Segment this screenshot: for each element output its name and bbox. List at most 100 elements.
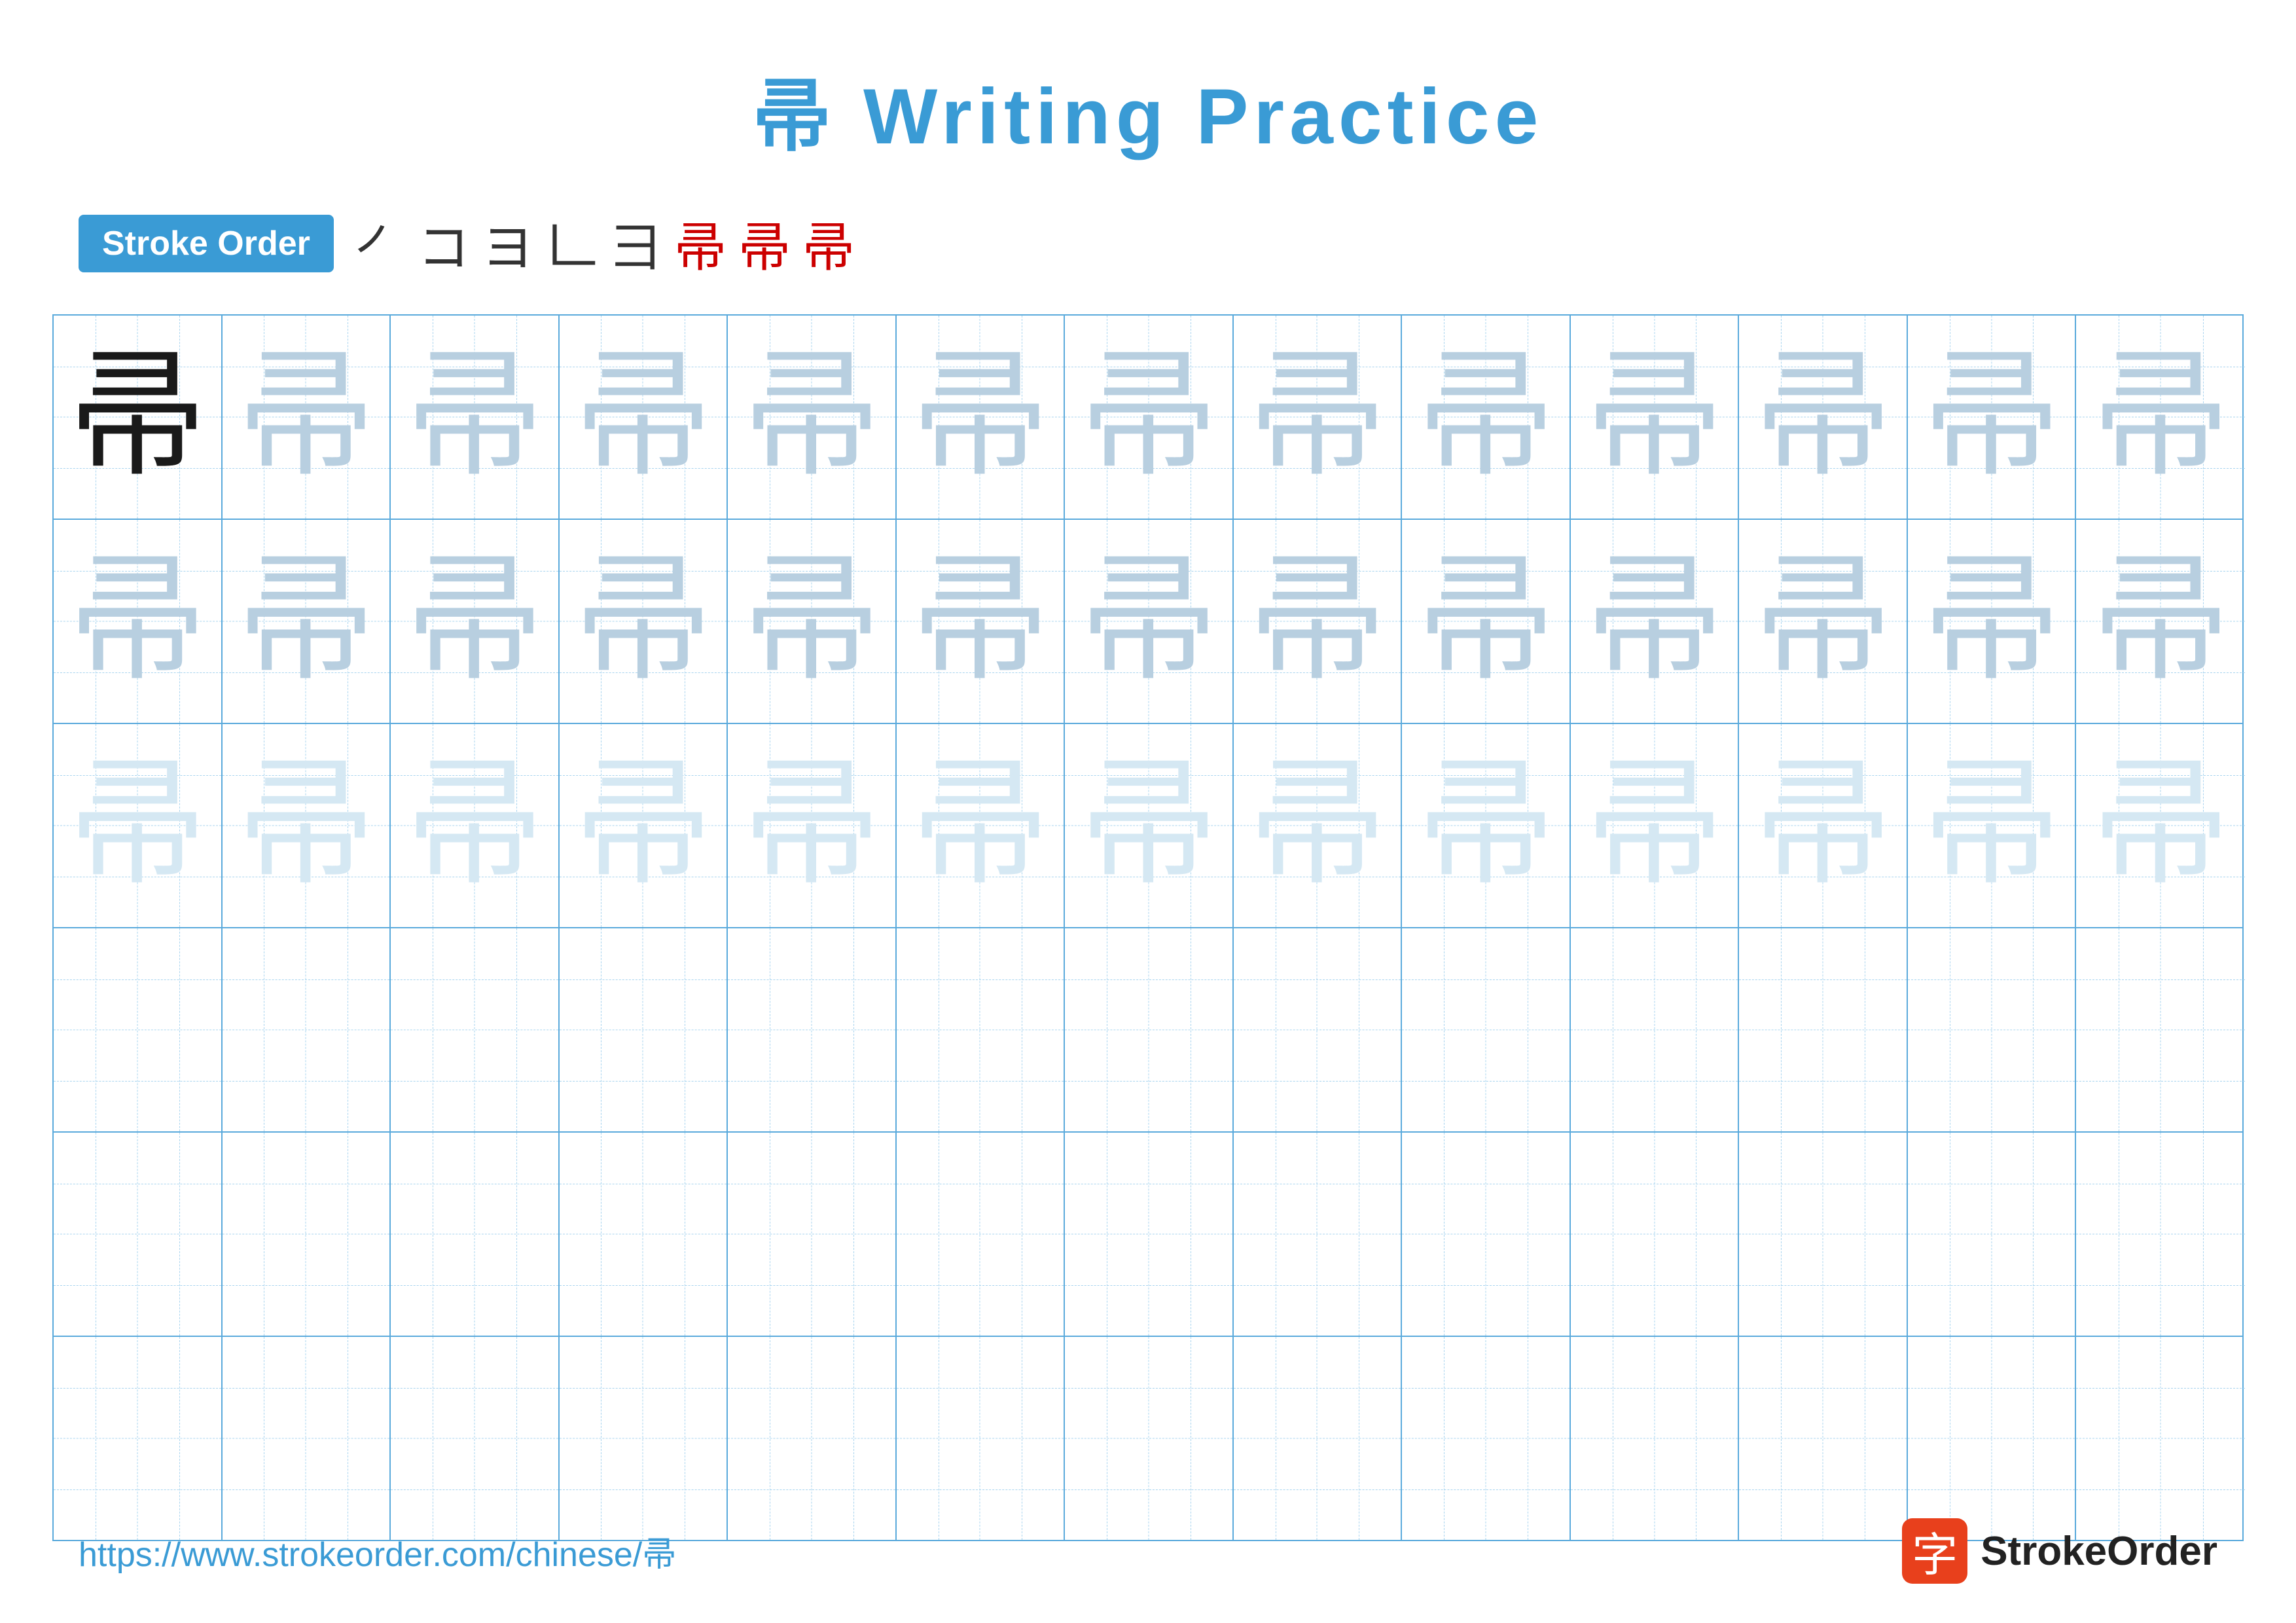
grid-cell[interactable]: [1234, 928, 1403, 1131]
grid-cell[interactable]: 帚: [54, 316, 223, 519]
grid-cell[interactable]: 帚: [1739, 724, 1908, 927]
grid-cell[interactable]: 帚: [560, 724, 728, 927]
footer-url[interactable]: https://www.strokeorder.com/chinese/帚: [79, 1527, 676, 1576]
grid-cell[interactable]: 帚: [1908, 724, 2077, 927]
grid-cell[interactable]: [2076, 1133, 2245, 1336]
grid-cell[interactable]: [560, 1337, 728, 1540]
grid-cell[interactable]: 帚: [1571, 316, 1740, 519]
grid-cell[interactable]: 帚: [2076, 520, 2245, 723]
grid-cell[interactable]: 帚: [728, 724, 897, 927]
practice-grid: 帚 帚 帚 帚 帚 帚 帚: [52, 314, 2244, 1541]
grid-cell[interactable]: [1402, 928, 1571, 1131]
grid-cell[interactable]: 帚: [1234, 316, 1403, 519]
grid-cell[interactable]: 帚: [391, 316, 560, 519]
grid-cell[interactable]: [223, 1337, 391, 1540]
grid-cell[interactable]: 帚: [391, 724, 560, 927]
grid-cell[interactable]: 帚: [1065, 520, 1234, 723]
grid-cell[interactable]: [391, 1337, 560, 1540]
grid-cell[interactable]: [54, 1133, 223, 1336]
grid-cell[interactable]: 帚: [560, 520, 728, 723]
stroke-1: ㇒: [353, 206, 406, 282]
grid-cell[interactable]: [391, 1133, 560, 1336]
grid-cell[interactable]: [560, 928, 728, 1131]
grid-cell[interactable]: 帚: [728, 316, 897, 519]
stroke-order-section: Stroke Order ㇒ コ ヨ 𠃊 彐 帚 帚 帚: [0, 166, 2296, 301]
grid-row-2: 帚 帚 帚 帚 帚 帚 帚: [54, 520, 2242, 724]
grid-cell[interactable]: 帚: [54, 724, 223, 927]
grid-cell[interactable]: 帚: [1402, 520, 1571, 723]
grid-cell[interactable]: [2076, 928, 2245, 1131]
grid-cell[interactable]: 帚: [1402, 316, 1571, 519]
grid-cell[interactable]: [1571, 928, 1740, 1131]
grid-cell[interactable]: 帚: [223, 724, 391, 927]
grid-cell[interactable]: [1571, 1337, 1740, 1540]
grid-cell[interactable]: 帚: [560, 316, 728, 519]
footer: https://www.strokeorder.com/chinese/帚 字 …: [0, 1518, 2296, 1584]
grid-cell[interactable]: 帚: [897, 520, 1066, 723]
grid-row-6: [54, 1337, 2242, 1540]
grid-cell[interactable]: 帚: [1402, 724, 1571, 927]
grid-cell[interactable]: 帚: [1234, 520, 1403, 723]
grid-cell[interactable]: [897, 1337, 1066, 1540]
grid-cell[interactable]: [223, 1133, 391, 1336]
grid-cell[interactable]: 帚: [2076, 316, 2245, 519]
stroke-3: ヨ: [482, 206, 534, 282]
grid-cell[interactable]: 帚: [1234, 724, 1403, 927]
grid-cell[interactable]: 帚: [897, 724, 1066, 927]
grid-cell[interactable]: [1234, 1337, 1403, 1540]
stroke-order-badge: Stroke Order: [79, 215, 334, 272]
grid-cell[interactable]: 帚: [1065, 316, 1234, 519]
grid-cell[interactable]: [391, 928, 560, 1131]
grid-cell[interactable]: [223, 928, 391, 1131]
grid-cell[interactable]: 帚: [391, 520, 560, 723]
grid-row-5: [54, 1133, 2242, 1337]
grid-cell[interactable]: [1065, 1133, 1234, 1336]
grid-cell[interactable]: 帚: [1065, 724, 1234, 927]
footer-logo: 字 StrokeOrder: [1902, 1518, 2217, 1584]
grid-row-1: 帚 帚 帚 帚 帚 帚 帚: [54, 316, 2242, 520]
stroke-8: 帚: [802, 206, 855, 282]
grid-cell[interactable]: [1739, 1133, 1908, 1336]
grid-cell[interactable]: [728, 928, 897, 1131]
grid-cell[interactable]: [1234, 1133, 1403, 1336]
grid-cell[interactable]: [1065, 928, 1234, 1131]
grid-cell[interactable]: [54, 1337, 223, 1540]
logo-text: StrokeOrder: [1981, 1528, 2217, 1575]
grid-cell[interactable]: [1402, 1337, 1571, 1540]
grid-cell[interactable]: [1739, 928, 1908, 1131]
grid-row-3: 帚 帚 帚 帚 帚 帚 帚: [54, 724, 2242, 928]
logo-icon: 字: [1902, 1518, 1967, 1584]
stroke-6: 帚: [674, 206, 726, 282]
grid-cell[interactable]: 帚: [1739, 316, 1908, 519]
grid-cell[interactable]: 帚: [54, 520, 223, 723]
grid-cell[interactable]: [728, 1337, 897, 1540]
grid-cell[interactable]: 帚: [897, 316, 1066, 519]
grid-cell[interactable]: [1908, 1337, 2077, 1540]
grid-cell[interactable]: 帚: [1908, 520, 2077, 723]
stroke-sequence: ㇒ コ ヨ 𠃊 彐 帚 帚 帚: [353, 206, 855, 282]
grid-cell[interactable]: [728, 1133, 897, 1336]
grid-cell[interactable]: [1571, 1133, 1740, 1336]
grid-cell[interactable]: 帚: [728, 520, 897, 723]
grid-row-4: [54, 928, 2242, 1133]
grid-cell[interactable]: 帚: [1908, 316, 2077, 519]
grid-cell[interactable]: [897, 1133, 1066, 1336]
stroke-7: 帚: [738, 206, 791, 282]
grid-cell[interactable]: 帚: [2076, 724, 2245, 927]
grid-cell[interactable]: [2076, 1337, 2245, 1540]
page-title: 帚 Writing Practice: [0, 0, 2296, 166]
grid-cell[interactable]: 帚: [1571, 724, 1740, 927]
grid-cell[interactable]: [560, 1133, 728, 1336]
grid-cell[interactable]: [54, 928, 223, 1131]
grid-cell[interactable]: 帚: [223, 520, 391, 723]
grid-cell[interactable]: [897, 928, 1066, 1131]
grid-cell[interactable]: [1739, 1337, 1908, 1540]
grid-cell[interactable]: [1908, 928, 2077, 1131]
grid-cell[interactable]: [1065, 1337, 1234, 1540]
stroke-5: 彐: [610, 206, 662, 282]
grid-cell[interactable]: [1908, 1133, 2077, 1336]
grid-cell[interactable]: 帚: [223, 316, 391, 519]
grid-cell[interactable]: [1402, 1133, 1571, 1336]
grid-cell[interactable]: 帚: [1571, 520, 1740, 723]
grid-cell[interactable]: 帚: [1739, 520, 1908, 723]
